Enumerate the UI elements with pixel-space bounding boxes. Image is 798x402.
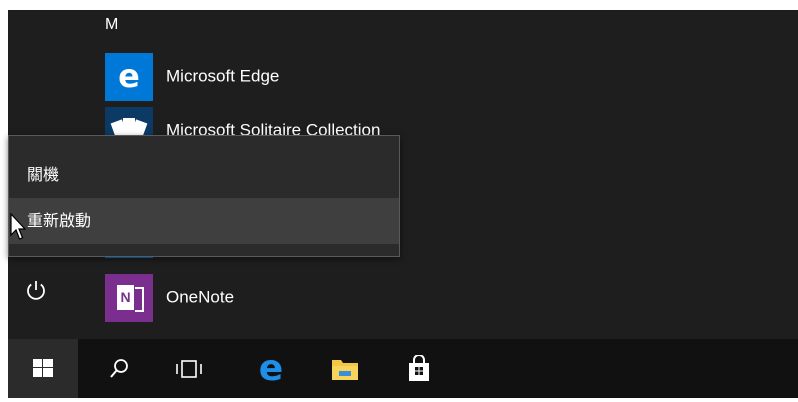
app-item-onenote[interactable]: N OneNote: [105, 274, 525, 322]
app-item-microsoft-edge[interactable]: e Microsoft Edge: [105, 53, 525, 101]
svg-text:e: e: [259, 352, 283, 386]
taskbar: e: [8, 339, 798, 398]
power-item-restart[interactable]: 重新啟動: [9, 198, 399, 244]
onenote-icon: N: [117, 285, 134, 310]
edge-tile: e: [105, 53, 153, 101]
file-explorer-icon: [332, 359, 358, 380]
search-icon: [110, 358, 128, 378]
power-options-menu: 關機 重新啟動: [8, 135, 400, 257]
letter-header[interactable]: M: [105, 16, 118, 34]
power-button[interactable]: [24, 278, 48, 302]
edge-icon: e: [118, 57, 140, 95]
task-view-icon: [176, 359, 202, 378]
power-item-shutdown[interactable]: 關機: [9, 152, 399, 198]
app-label: OneNote: [166, 287, 235, 307]
windows-start-icon: [33, 359, 53, 377]
store-button[interactable]: [384, 339, 454, 398]
edge-taskbar-button[interactable]: e: [236, 339, 306, 398]
start-button[interactable]: [8, 339, 78, 398]
task-view-button[interactable]: [154, 339, 224, 398]
onenote-pages-icon: [135, 287, 144, 312]
mouse-cursor-icon: [10, 213, 26, 240]
store-icon: [409, 354, 429, 381]
power-icon: [27, 281, 45, 300]
app-label: Microsoft Edge: [166, 66, 280, 86]
search-button[interactable]: [84, 339, 154, 398]
onenote-tile: N: [105, 274, 153, 322]
file-explorer-button[interactable]: [310, 339, 380, 398]
edge-icon: e: [259, 352, 283, 386]
